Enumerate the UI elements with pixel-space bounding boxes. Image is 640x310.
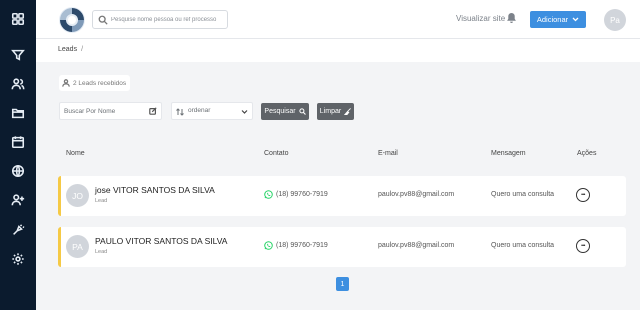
- top-bar: Visualizar site Adicionar Pa: [36, 0, 640, 39]
- lead-email: paulov.pv88@gmail.com: [378, 191, 455, 198]
- broom-icon: [344, 108, 352, 115]
- more-actions-button[interactable]: •••: [576, 188, 590, 202]
- column-header-email: E-mail: [378, 150, 398, 157]
- lead-avatar: JO: [66, 184, 89, 207]
- chevron-down-icon: [572, 17, 579, 22]
- globe-icon[interactable]: [8, 161, 28, 181]
- lead-row[interactable]: PA PAULO VITOR SANTOS DA SILVA Lead (18)…: [58, 227, 626, 267]
- lead-contact[interactable]: (18) 99760-7919: [264, 190, 328, 199]
- column-header-message: Mensagem: [491, 150, 526, 157]
- lead-message: Quero uma consulta: [491, 242, 555, 249]
- column-header-name: Nome: [66, 150, 85, 157]
- whatsapp-icon: [264, 190, 273, 199]
- column-header-actions: Ações: [577, 150, 597, 157]
- lead-contact[interactable]: (18) 99760-7919: [264, 241, 328, 250]
- chevron-down-icon: [241, 110, 248, 114]
- user-plus-icon[interactable]: [8, 190, 28, 210]
- puzzle-icon[interactable]: [8, 220, 28, 240]
- lead-phone: (18) 99760-7919: [276, 191, 328, 198]
- clear-button-label: Limpar: [319, 108, 342, 115]
- breadcrumb-separator: /: [81, 46, 84, 53]
- whatsapp-icon: [264, 241, 273, 250]
- logo[interactable]: [57, 5, 87, 35]
- name-filter-input[interactable]: [64, 106, 148, 117]
- more-icon: •••: [581, 242, 585, 249]
- breadcrumb-current[interactable]: Leads: [58, 46, 77, 53]
- lead-type: Lead: [95, 249, 108, 255]
- sort-icon: [176, 108, 184, 116]
- users-icon[interactable]: [8, 74, 28, 94]
- search-icon: [298, 108, 306, 115]
- grid-icon[interactable]: [8, 9, 28, 29]
- calendar-icon[interactable]: [8, 132, 28, 152]
- breadcrumb-bar: Leads /: [36, 39, 640, 62]
- add-button[interactable]: Adicionar: [530, 11, 586, 28]
- lead-name[interactable]: PAULO VITOR SANTOS DA SILVA: [95, 236, 227, 246]
- lead-email: paulov.pv88@gmail.com: [378, 242, 455, 249]
- bell-icon[interactable]: [506, 12, 517, 24]
- lead-message: Quero uma consulta: [491, 191, 555, 198]
- lead-row[interactable]: JO jose VITOR SANTOS DA SILVA Lead (18) …: [58, 176, 626, 216]
- order-select-label: ordenar: [188, 107, 211, 114]
- search-input[interactable]: [111, 12, 225, 27]
- settings-icon[interactable]: [8, 249, 28, 269]
- lead-phone: (18) 99760-7919: [276, 242, 328, 249]
- search-icon: [98, 15, 108, 25]
- column-header-contact: Contato: [264, 150, 289, 157]
- leads-count-text: 2 Leads recebidos: [73, 79, 127, 87]
- lead-avatar: PA: [66, 235, 89, 258]
- more-actions-button[interactable]: •••: [576, 239, 590, 253]
- search-button[interactable]: Pesquisar: [261, 103, 309, 120]
- breadcrumb: Leads /: [58, 46, 83, 53]
- pagination-page-button[interactable]: 1: [336, 277, 349, 291]
- folder-icon[interactable]: [8, 103, 28, 123]
- user-icon: [62, 79, 70, 87]
- leads-count-badge: 2 Leads recebidos: [59, 75, 131, 91]
- add-button-label: Adicionar: [536, 15, 569, 24]
- lead-name[interactable]: jose VITOR SANTOS DA SILVA: [95, 185, 215, 195]
- clear-button[interactable]: Limpar: [317, 103, 354, 120]
- edit-icon: [149, 107, 157, 115]
- sidebar: [0, 0, 36, 310]
- search-box: [92, 10, 228, 29]
- filter-icon[interactable]: [8, 45, 28, 65]
- view-site-link[interactable]: Visualizar site: [456, 14, 505, 23]
- lead-type: Lead: [95, 198, 108, 204]
- order-select[interactable]: ordenar: [171, 102, 253, 120]
- more-icon: •••: [581, 191, 585, 198]
- name-filter: [59, 102, 162, 120]
- search-button-label: Pesquisar: [264, 108, 296, 115]
- user-avatar[interactable]: Pa: [604, 9, 626, 31]
